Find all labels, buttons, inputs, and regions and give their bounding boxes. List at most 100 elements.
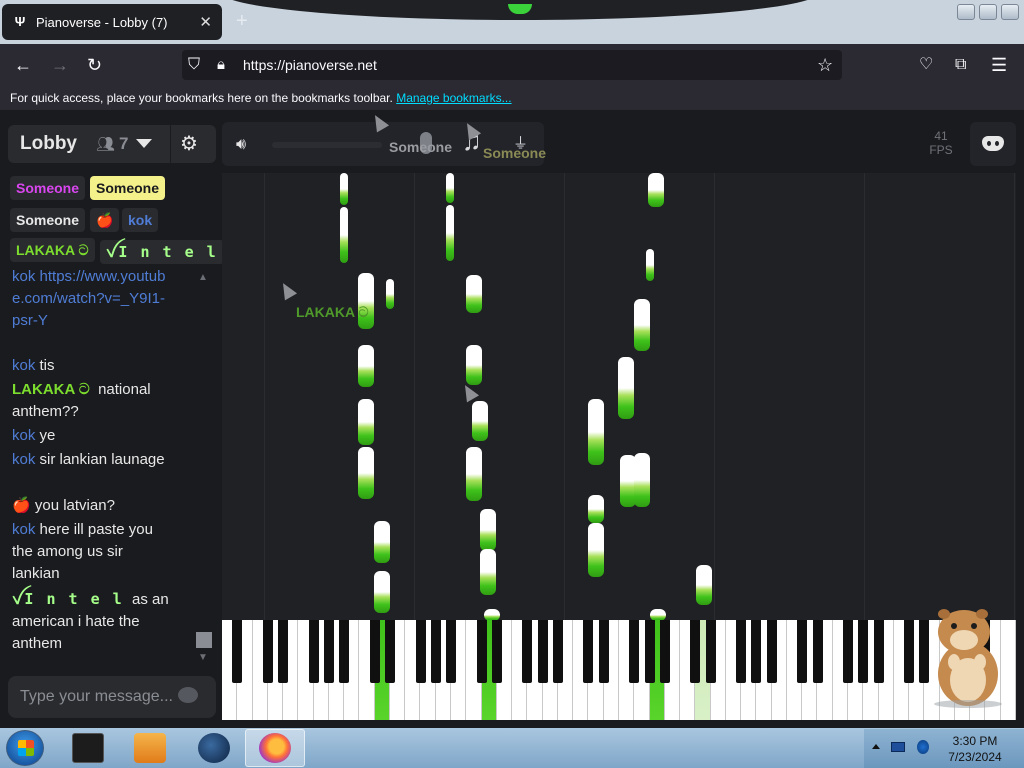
black-key[interactable] — [736, 620, 747, 683]
header-divider — [170, 125, 171, 163]
url-text[interactable]: https://pianoverse.net — [243, 57, 377, 73]
black-key[interactable] — [262, 620, 273, 683]
manage-bookmarks-link[interactable]: Manage bookmarks... — [396, 91, 511, 105]
message-author[interactable]: kok — [12, 268, 35, 285]
user-pill[interactable]: Someone — [10, 176, 86, 200]
user-pill[interactable]: Someone — [90, 176, 166, 200]
chat-scrollbar-thumb[interactable] — [196, 632, 212, 648]
room-name[interactable]: Lobby — [20, 133, 77, 155]
piano-keyboard[interactable] — [222, 620, 1016, 720]
black-key[interactable] — [323, 620, 334, 683]
volume-slider[interactable] — [272, 142, 382, 148]
cursor-label: Someone — [483, 145, 547, 161]
black-key[interactable] — [491, 620, 502, 683]
message-author[interactable]: kok — [12, 521, 35, 538]
black-key[interactable] — [415, 620, 426, 683]
close-window-button[interactable] — [1001, 4, 1019, 20]
media-player-taskbar-icon[interactable] — [134, 733, 166, 763]
black-key[interactable] — [446, 620, 457, 683]
chevron-down-icon[interactable] — [136, 139, 152, 148]
black-key[interactable] — [644, 620, 655, 683]
room-header[interactable]: Lobby 👥︎ 7 ⚙ — [8, 125, 216, 163]
black-key[interactable] — [629, 620, 640, 683]
message-author[interactable]: LAKAKA ට — [12, 381, 90, 398]
black-key[interactable] — [659, 620, 670, 683]
discord-icon — [982, 136, 1004, 151]
message-author[interactable]: kok — [12, 357, 35, 374]
tab-close-button[interactable]: ✕ — [199, 13, 212, 31]
falling-note — [472, 401, 488, 441]
black-key[interactable] — [843, 620, 854, 683]
message-author[interactable]: ꪜI n t e l — [12, 590, 124, 608]
user-pill[interactable]: ꪜI n t e l — [100, 240, 224, 264]
black-key[interactable] — [583, 620, 594, 683]
star-icon[interactable]: ☆ — [817, 55, 833, 75]
black-key[interactable] — [751, 620, 762, 683]
black-key[interactable] — [232, 620, 243, 683]
volume-icon[interactable]: 🔊︎ — [236, 136, 246, 154]
message-link[interactable]: https://www.youtube.com/watch?v=_Y9I1-ps… — [12, 268, 165, 329]
falling-note — [374, 521, 390, 563]
tray-expand-icon[interactable] — [872, 744, 880, 749]
black-key[interactable] — [339, 620, 350, 683]
black-key[interactable] — [797, 620, 808, 683]
extensions-icon[interactable]: ⧉ — [955, 55, 966, 75]
globe-taskbar-icon[interactable] — [198, 733, 230, 763]
menu-icon[interactable]: ☰ — [991, 55, 1007, 75]
user-pill[interactable]: Someone — [10, 208, 86, 232]
black-key[interactable] — [369, 620, 380, 683]
decoration-dot — [508, 4, 532, 14]
lock-icon[interactable]: 🔒︎ — [217, 55, 225, 75]
black-key[interactable] — [552, 620, 563, 683]
black-key[interactable] — [430, 620, 441, 683]
shield-icon[interactable]: ⛉ — [188, 55, 200, 75]
chat-input-placeholder[interactable]: Type your message... — [20, 688, 173, 706]
minimize-button[interactable] — [957, 4, 975, 20]
user-pill[interactable]: LAKAKA ට — [10, 238, 95, 262]
black-key[interactable] — [278, 620, 289, 683]
discord-button[interactable] — [970, 122, 1016, 166]
black-key[interactable] — [904, 620, 915, 683]
taskbar-clock[interactable]: 3:30 PM 7/23/2024 — [940, 733, 1010, 765]
chat-message: 🍎 you latvian? — [12, 495, 172, 517]
reload-icon[interactable]: ↻ — [87, 55, 102, 75]
falling-note — [466, 345, 482, 385]
message-author[interactable]: 🍎 — [12, 497, 31, 514]
chat-message: LAKAKA ට national anthem?? — [12, 379, 172, 423]
black-key[interactable] — [384, 620, 395, 683]
chat-scroll-up-icon[interactable]: ▲ — [198, 272, 208, 283]
black-key[interactable] — [812, 620, 823, 683]
cursor-label: LAKAKA ට — [296, 304, 369, 320]
black-key[interactable] — [308, 620, 319, 683]
send-icon[interactable] — [178, 687, 198, 703]
black-key[interactable] — [522, 620, 533, 683]
black-key[interactable] — [476, 620, 487, 683]
black-key[interactable] — [690, 620, 701, 683]
message-author[interactable]: kok — [12, 427, 35, 444]
network-icon[interactable] — [891, 742, 905, 752]
black-key[interactable] — [766, 620, 777, 683]
new-tab-button[interactable]: + — [236, 10, 248, 33]
chat-scroll-down-icon[interactable]: ▼ — [198, 652, 208, 663]
fps-counter: 41 FPS — [918, 125, 964, 163]
user-pill[interactable]: kok — [122, 208, 159, 232]
black-key[interactable] — [873, 620, 884, 683]
tab-pianoverse[interactable]: Ψ Pianoverse - Lobby (7) ✕ — [2, 4, 222, 40]
terminal-taskbar-icon[interactable] — [72, 733, 104, 763]
black-key[interactable] — [598, 620, 609, 683]
restore-button[interactable] — [979, 4, 997, 20]
chat-input[interactable]: Type your message... — [8, 676, 216, 718]
message-author[interactable]: kok — [12, 451, 35, 468]
hamster-image — [934, 609, 1002, 708]
falling-note — [340, 173, 348, 205]
black-key[interactable] — [705, 620, 716, 683]
pocket-icon[interactable]: ♡ — [919, 55, 933, 75]
black-key[interactable] — [858, 620, 869, 683]
forward-icon[interactable]: → — [51, 55, 69, 75]
user-pill[interactable]: 🍎 — [90, 208, 120, 232]
chat-message: kok https://www.youtube.com/watch?v=_Y9I… — [12, 266, 172, 332]
back-icon[interactable]: ← — [14, 55, 32, 75]
volume-tray-icon[interactable] — [917, 740, 929, 754]
gear-icon[interactable]: ⚙ — [180, 131, 198, 156]
black-key[interactable] — [537, 620, 548, 683]
